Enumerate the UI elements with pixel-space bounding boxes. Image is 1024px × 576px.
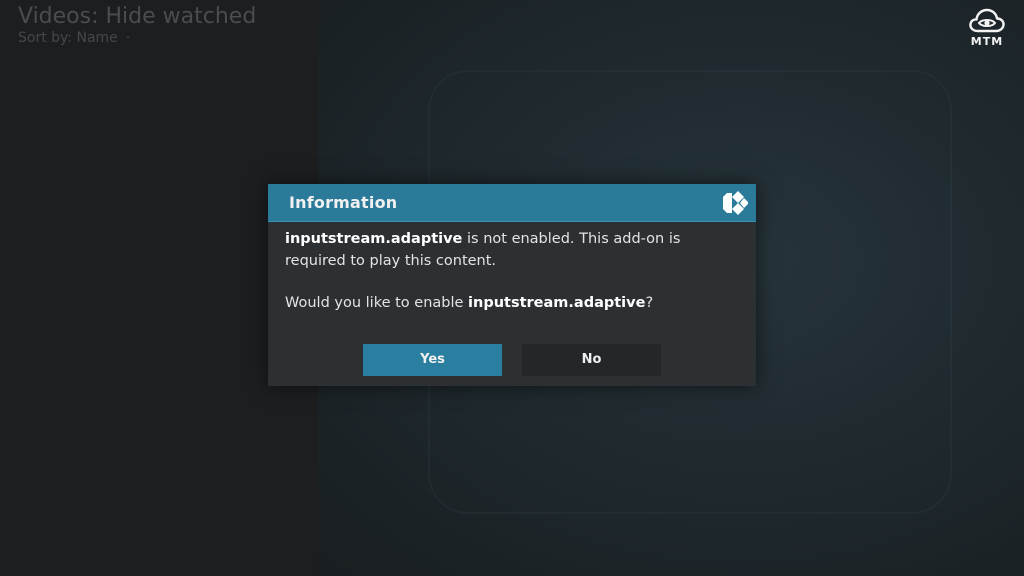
sort-separator: · bbox=[125, 30, 131, 46]
logo-text: MTM bbox=[970, 35, 1004, 48]
question-suffix: ? bbox=[645, 295, 654, 311]
question-prefix: Would you like to enable bbox=[285, 295, 469, 311]
mtm-logo: MTM bbox=[964, 8, 1010, 52]
kodi-screen: Videos: Hide watched Sort by: Name · MTM … bbox=[0, 0, 1024, 576]
dialog-header: Information bbox=[268, 184, 756, 222]
yes-button[interactable]: Yes bbox=[363, 344, 502, 376]
dialog-message: inputstream.adaptive is not enabled. Thi… bbox=[285, 228, 741, 314]
kodi-logo-icon bbox=[723, 191, 748, 215]
page-title: Videos: Hide watched bbox=[18, 4, 257, 29]
no-button[interactable]: No bbox=[522, 344, 661, 376]
information-dialog: Information inputstream.adaptive is not … bbox=[268, 184, 756, 386]
sort-label: Sort by: Name bbox=[18, 30, 118, 46]
sort-label-row: Sort by: Name · bbox=[18, 30, 130, 46]
addon-name: inputstream.adaptive bbox=[285, 231, 463, 247]
addon-name-question: inputstream.adaptive bbox=[468, 295, 646, 311]
message-paragraph-2: Would you like to enable inputstream.ada… bbox=[285, 292, 741, 314]
cloud-eye-icon bbox=[969, 8, 1005, 33]
message-paragraph-1: inputstream.adaptive is not enabled. Thi… bbox=[285, 228, 741, 272]
dialog-title: Information bbox=[289, 193, 398, 212]
